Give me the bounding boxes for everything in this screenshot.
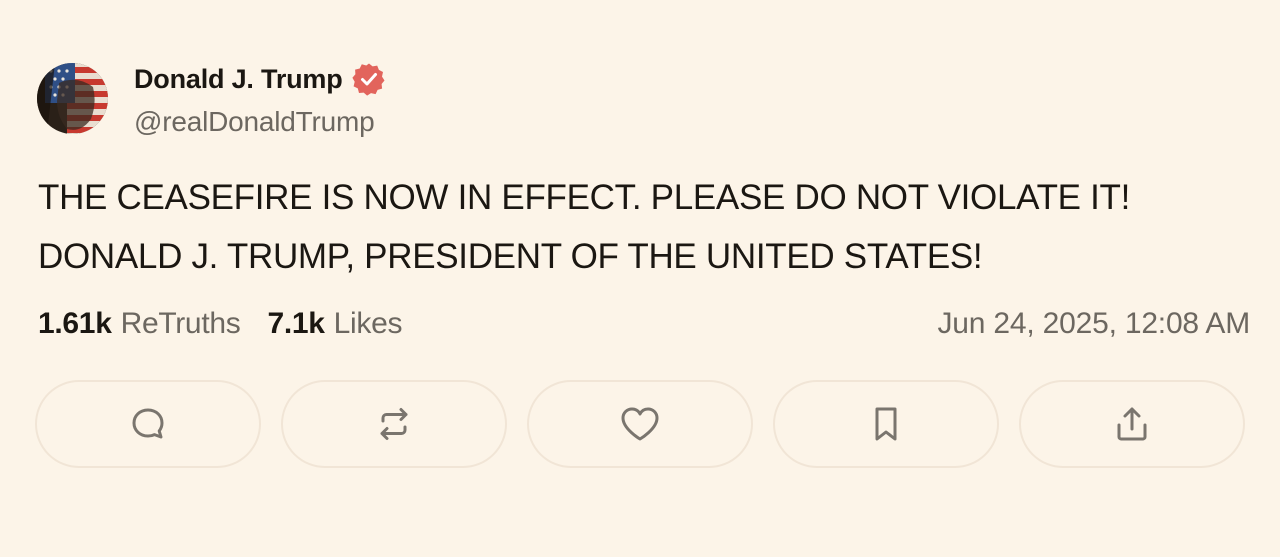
heart-icon — [621, 407, 659, 441]
avatar[interactable] — [37, 63, 108, 134]
retruth-button[interactable] — [281, 380, 507, 468]
post-body-line: DONALD J. TRUMP, PRESIDENT OF THE UNITED… — [38, 237, 983, 276]
share-button[interactable] — [1019, 380, 1245, 468]
retruths-stat[interactable]: 1.61k ReTruths — [38, 307, 241, 341]
author-display-name[interactable]: Donald J. Trump — [134, 64, 343, 95]
avatar-image — [37, 63, 108, 134]
post-timestamp[interactable]: Jun 24, 2025, 12:08 AM — [937, 303, 1250, 345]
author-handle[interactable]: @realDonaldTrump — [134, 106, 386, 138]
retruths-count: 1.61k — [38, 307, 112, 340]
like-button[interactable] — [527, 380, 753, 468]
retruths-label: ReTruths — [120, 307, 241, 340]
post-body-line: THE CEASEFIRE IS NOW IN EFFECT. PLEASE D… — [38, 178, 1131, 217]
post-stats: 1.61k ReTruths 7.1k Likes — [38, 303, 402, 345]
author-name-row: Donald J. Trump — [134, 60, 386, 98]
verified-badge-icon — [351, 62, 386, 96]
retruth-icon — [380, 408, 408, 440]
action-bar — [35, 380, 1245, 468]
bookmark-icon — [875, 407, 897, 441]
likes-stat[interactable]: 7.1k Likes — [267, 307, 402, 341]
likes-label: Likes — [333, 307, 403, 340]
author-block: Donald J. Trump @realDonaldTrump — [134, 60, 386, 138]
post-body: THE CEASEFIRE IS NOW IN EFFECT. PLEASE D… — [38, 168, 1248, 286]
reply-button[interactable] — [35, 380, 261, 468]
truth-post: Donald J. Trump @realDonaldTrump THE CEA… — [0, 0, 1280, 557]
bookmark-button[interactable] — [773, 380, 999, 468]
likes-count: 7.1k — [267, 307, 325, 340]
reply-icon — [132, 408, 164, 439]
share-icon — [1117, 407, 1147, 441]
